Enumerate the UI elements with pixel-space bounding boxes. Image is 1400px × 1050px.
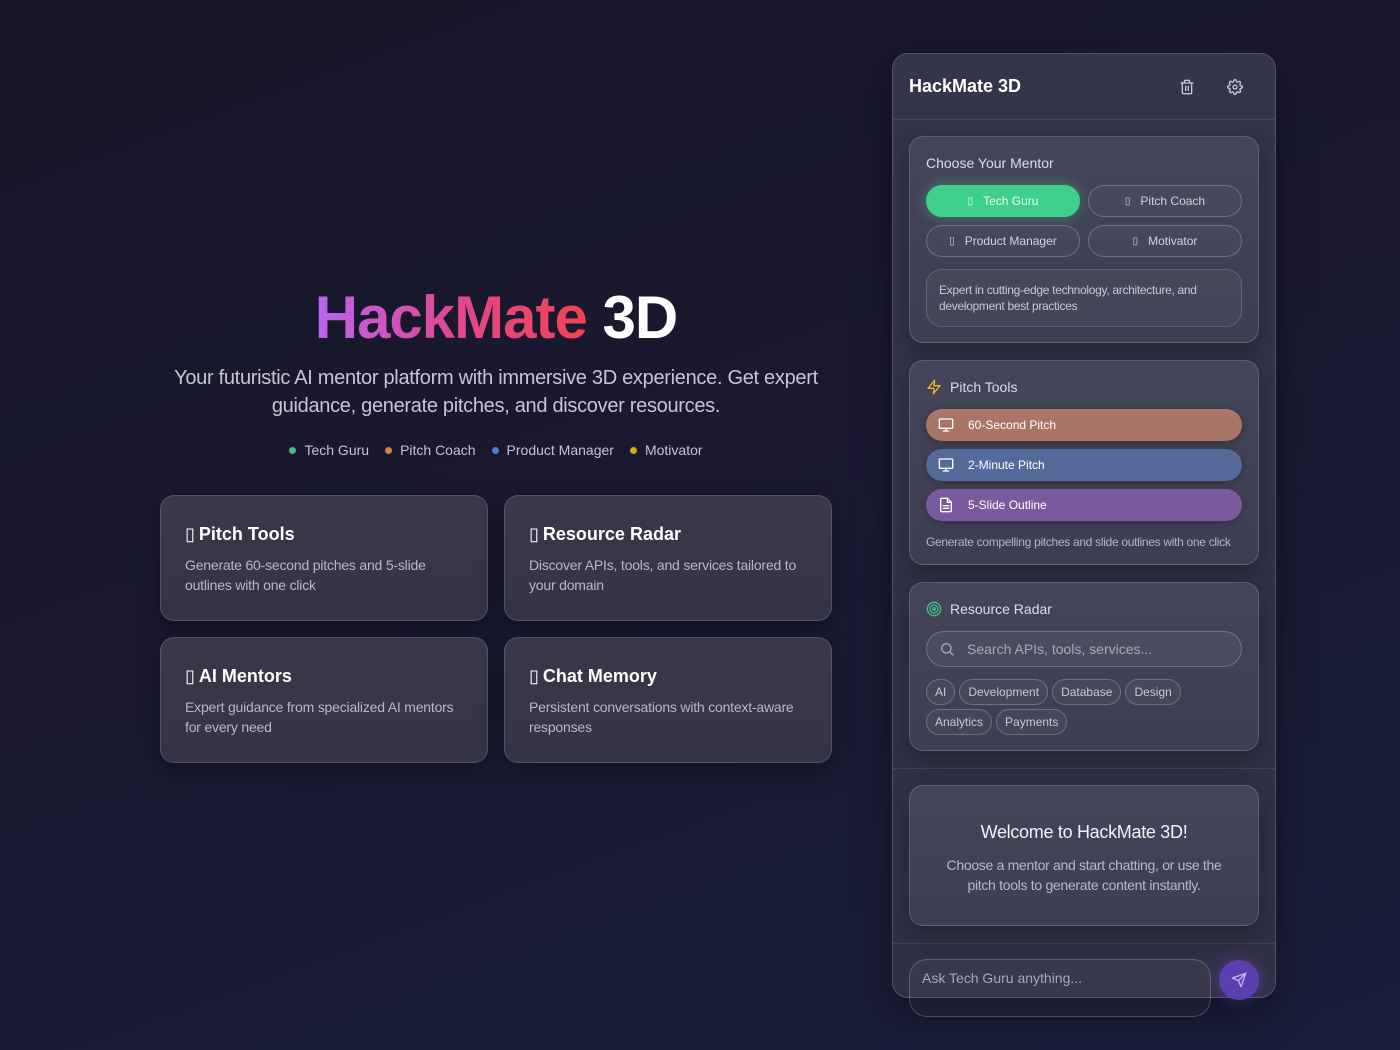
legend-dot (491, 446, 499, 454)
search-icon (941, 643, 954, 656)
feature-glyph-icon: ▯ (529, 666, 539, 686)
resource-radar-heading: Resource Radar (926, 601, 1242, 617)
panel-divider (893, 768, 1275, 769)
feature-title-text: Chat Memory (542, 666, 657, 686)
mentor-description: Expert in cutting-edge technology, archi… (926, 269, 1242, 327)
gear-icon (1227, 78, 1243, 95)
feature-card-pitch-tools: ▯ Pitch Tools Generate 60-second pitches … (160, 495, 488, 621)
tag-payments[interactable]: Payments (996, 709, 1068, 735)
feature-card-resource-radar: ▯ Resource Radar Discover APIs, tools, an… (504, 495, 832, 621)
header-actions (1177, 77, 1259, 97)
mentor-glyph-icon: ▯ (1132, 235, 1139, 247)
mentor-option-product-manager[interactable]: ▯ Product Manager (926, 225, 1080, 257)
feature-title: ▯ AI Mentors (185, 665, 463, 687)
pitch-tools-section: Pitch Tools 60-Second Pitch 2-Minute Pit… (909, 360, 1259, 565)
resource-radar-heading-text: Resource Radar (950, 601, 1052, 617)
mentor-glyph-icon: ▯ (967, 195, 974, 207)
legend-dot (629, 446, 637, 454)
mentor-option-label: Product Manager (964, 234, 1057, 248)
feature-description: Expert guidance from specialized AI ment… (185, 699, 454, 735)
hero-title-suffix: 3D (602, 284, 679, 351)
mentor-glyph-icon: ▯ (949, 235, 955, 247)
pitch-5-slide-button[interactable]: 5-Slide Outline (926, 489, 1242, 521)
tag-design[interactable]: Design (1125, 679, 1181, 705)
mentor-heading: Choose Your Mentor (926, 155, 1242, 171)
panel-title: HackMate 3D (909, 76, 1022, 96)
send-icon (1231, 972, 1247, 988)
mentor-options: ▯ Tech Guru ▯ Pitch Coach ▯ Product Mana… (926, 185, 1242, 257)
mentor-option-motivator[interactable]: ▯ Motivator (1088, 225, 1242, 257)
mentor-option-pitch-coach[interactable]: ▯ Pitch Coach (1088, 185, 1242, 217)
feature-title: ▯ Chat Memory (529, 665, 807, 687)
trash-icon (1180, 79, 1194, 94)
welcome-card: Welcome to HackMate 3D! Choose a mentor … (909, 785, 1259, 926)
chat-panel: HackMate 3D Choose Your Mentor ▯ Tech Gu… (892, 53, 1276, 1017)
resource-search-input[interactable] (967, 641, 1237, 657)
send-button[interactable] (1219, 960, 1259, 1000)
legend-dot (385, 446, 393, 454)
legend-label: Product Manager (506, 442, 614, 458)
welcome-text: Choose a mentor and start chatting, or u… (946, 857, 1222, 893)
tag-ai[interactable]: AI (926, 679, 956, 705)
chat-message-input[interactable] (909, 959, 1211, 1017)
feature-title-text: Resource Radar (542, 524, 681, 544)
panel-divider (893, 943, 1275, 944)
mentor-option-label: Pitch Coach (1140, 194, 1206, 208)
feature-title-text: Pitch Tools (198, 524, 295, 544)
radar-icon (926, 601, 942, 617)
mentor-option-label: Motivator (1148, 234, 1198, 248)
feature-glyph-icon: ▯ (185, 666, 195, 686)
resource-radar-section: Resource Radar AI Development Database D… (909, 582, 1259, 751)
legend-item-pitch-coach: Pitch Coach (385, 442, 476, 458)
tag-analytics[interactable]: Analytics (926, 709, 993, 735)
lightning-icon (927, 379, 941, 395)
resource-search-box (926, 631, 1242, 667)
legend-label: Pitch Coach (400, 442, 476, 458)
pitch-60-second-button[interactable]: 60-Second Pitch (926, 409, 1242, 441)
mentor-section: Choose Your Mentor ▯ Tech Guru ▯ Pitch C… (909, 136, 1259, 343)
presentation-icon (938, 418, 954, 432)
mentor-option-tech-guru[interactable]: ▯ Tech Guru (926, 185, 1080, 217)
pitch-tools-note: Generate compelling pitches and slide ou… (926, 535, 1231, 549)
pitch-button-label: 60-Second Pitch (968, 418, 1057, 432)
presentation-icon (938, 458, 954, 472)
feature-glyph-icon: ▯ (529, 524, 539, 544)
feature-title-text: AI Mentors (198, 666, 292, 686)
welcome-title: Welcome to HackMate 3D! (980, 822, 1188, 842)
mentor-glyph-icon: ▯ (1124, 195, 1131, 207)
hero-title: HackMate 3D (160, 282, 832, 354)
legend-dot (289, 446, 297, 454)
feature-card-ai-mentors: ▯ AI Mentors Expert guidance from special… (160, 637, 488, 763)
pitch-button-label: 5-Slide Outline (968, 498, 1047, 512)
hero-title-brand: HackMate (314, 284, 588, 351)
feature-description: Generate 60-second pitches and 5-slide o… (185, 557, 426, 593)
hero: HackMate 3D Your futuristic AI mentor pl… (160, 282, 832, 458)
pitch-tools-heading-text: Pitch Tools (950, 379, 1018, 395)
panel-header: HackMate 3D (893, 54, 1275, 120)
legend-item-tech-guru: Tech Guru (289, 442, 369, 458)
feature-description: Discover APIs, tools, and services tailo… (529, 557, 797, 593)
legend-item-product-manager: Product Manager (491, 442, 614, 458)
pitch-button-label: 2-Minute Pitch (968, 458, 1045, 472)
tag-database[interactable]: Database (1052, 679, 1122, 705)
tag-development[interactable]: Development (959, 679, 1049, 705)
mentor-legend: Tech Guru Pitch Coach Product Manager Mo… (160, 442, 832, 458)
legend-item-motivator: Motivator (629, 442, 703, 458)
clear-chat-button[interactable] (1177, 77, 1197, 97)
settings-button[interactable] (1225, 77, 1245, 97)
feature-description: Persistent conversations with context-aw… (529, 699, 794, 735)
resource-tags: AI Development Database Design Analytics… (926, 679, 1226, 735)
legend-label: Tech Guru (304, 442, 370, 458)
pitch-tools-heading: Pitch Tools (926, 379, 1242, 395)
mentor-heading-text: Choose Your Mentor (926, 155, 1054, 171)
feature-title: ▯ Pitch Tools (185, 523, 463, 545)
feature-glyph-icon: ▯ (185, 524, 195, 544)
document-icon (940, 497, 952, 513)
pitch-2-minute-button[interactable]: 2-Minute Pitch (926, 449, 1242, 481)
feature-title: ▯ Resource Radar (529, 523, 807, 545)
legend-label: Motivator (644, 442, 703, 458)
hero-subtitle: Your futuristic AI mentor platform with … (174, 367, 818, 417)
feature-card-chat-memory: ▯ Chat Memory Persistent conversations wi… (504, 637, 832, 763)
mentor-option-label: Tech Guru (983, 194, 1039, 208)
